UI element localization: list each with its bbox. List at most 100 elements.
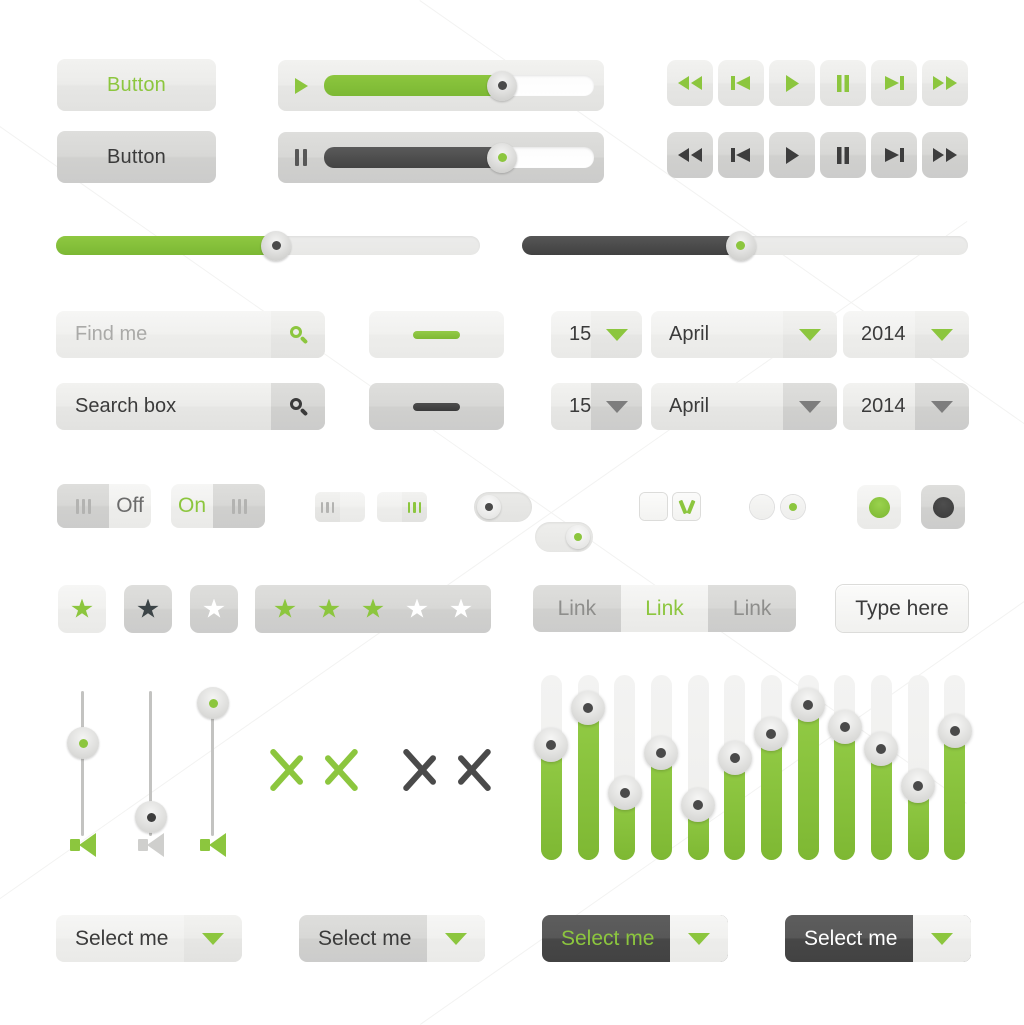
chevron-left-dark-icon[interactable] <box>397 740 441 800</box>
play-icon[interactable] <box>278 77 324 94</box>
eq-knob-1[interactable] <box>534 728 569 763</box>
search-input-light[interactable]: Find me <box>56 323 271 346</box>
pill-toggle-off[interactable] <box>474 492 532 522</box>
pause-icon[interactable] <box>278 149 324 166</box>
eq-knob-10[interactable] <box>864 732 899 766</box>
eq-knob-4[interactable] <box>644 735 679 770</box>
speaker-icon-3[interactable] <box>200 833 228 857</box>
checkbox-unchecked[interactable] <box>640 493 667 520</box>
pill-knob[interactable] <box>477 495 501 519</box>
chevron-down-icon[interactable] <box>184 915 242 962</box>
star-icon-filled[interactable] <box>274 598 296 618</box>
star-icon-empty[interactable] <box>406 598 428 618</box>
player-progress-track-dark[interactable] <box>324 142 594 173</box>
pause-button-dark[interactable] <box>820 132 866 178</box>
star-icon-filled[interactable] <box>362 598 384 618</box>
chevron-down-icon[interactable] <box>591 383 642 430</box>
pause-button-green[interactable] <box>820 60 866 106</box>
search-box-dark[interactable]: Search box <box>56 383 325 430</box>
minus-button-green[interactable] <box>369 311 504 358</box>
play-button-dark[interactable] <box>769 132 815 178</box>
star-icon-filled[interactable] <box>318 598 340 618</box>
date-day-select-dark[interactable]: 15 <box>551 383 642 430</box>
chevron-right-green-icon[interactable] <box>320 740 364 800</box>
select-menu-dark-white[interactable]: Select me <box>785 915 971 962</box>
search-input-dark[interactable]: Search box <box>56 395 271 418</box>
volume-knob-2[interactable] <box>135 801 167 833</box>
fast-forward-button-green[interactable] <box>922 60 968 106</box>
star-button-white[interactable] <box>190 585 238 633</box>
chevron-right-dark-icon[interactable] <box>453 740 497 800</box>
chevron-down-icon[interactable] <box>591 311 642 358</box>
player-bar-paused[interactable] <box>278 132 604 183</box>
round-button-dark[interactable] <box>921 485 965 529</box>
search-box-light[interactable]: Find me <box>56 311 325 358</box>
toggle-grip[interactable] <box>57 484 109 528</box>
previous-button-green[interactable] <box>718 60 764 106</box>
checkbox-checked[interactable] <box>673 493 700 520</box>
speaker-icon-1[interactable] <box>70 833 98 857</box>
search-button-dark[interactable] <box>271 383 325 430</box>
star-rating[interactable] <box>255 585 491 633</box>
chevron-down-icon[interactable] <box>783 383 837 430</box>
previous-button-dark[interactable] <box>718 132 764 178</box>
play-button-green[interactable] <box>769 60 815 106</box>
toggle-grip[interactable] <box>315 492 340 522</box>
radio-unselected[interactable] <box>750 495 774 519</box>
toggle-on[interactable]: On <box>171 484 265 528</box>
star-button-green[interactable] <box>58 585 106 633</box>
toggle-grip[interactable] <box>402 492 427 522</box>
player-bar-playing[interactable] <box>278 60 604 111</box>
chevron-down-icon[interactable] <box>783 311 837 358</box>
next-button-green[interactable] <box>871 60 917 106</box>
radio-selected[interactable] <box>781 495 805 519</box>
chevron-down-icon[interactable] <box>915 311 969 358</box>
toggle-grip[interactable] <box>213 484 265 528</box>
eq-knob-7[interactable] <box>754 717 789 752</box>
eq-knob-2[interactable] <box>571 691 605 726</box>
star-icon-empty[interactable] <box>450 598 472 618</box>
volume-knob-3[interactable] <box>197 687 229 719</box>
slider-dark[interactable] <box>522 230 968 261</box>
eq-knob-9[interactable] <box>827 709 862 744</box>
date-month-select-dark[interactable]: April <box>651 383 837 430</box>
volume-knob-1[interactable] <box>67 727 99 759</box>
date-year-select-light[interactable]: 2014 <box>843 311 969 358</box>
link-item-2-active[interactable]: Link <box>620 585 709 632</box>
minus-button-dark[interactable] <box>369 383 504 430</box>
chevron-down-icon[interactable] <box>913 915 971 962</box>
next-button-dark[interactable] <box>871 132 917 178</box>
chevron-down-icon[interactable] <box>427 915 485 962</box>
date-year-select-dark[interactable]: 2014 <box>843 383 969 430</box>
date-month-select-light[interactable]: April <box>651 311 837 358</box>
eq-knob-8[interactable] <box>791 687 825 722</box>
rewind-button-green[interactable] <box>667 60 713 106</box>
chevron-down-icon[interactable] <box>670 915 728 962</box>
select-menu-light[interactable]: Select me <box>56 915 242 962</box>
mini-toggle-off[interactable] <box>315 492 365 522</box>
chevron-left-green-icon[interactable] <box>264 740 308 800</box>
speaker-icon-2[interactable] <box>138 833 166 857</box>
mini-toggle-on[interactable] <box>377 492 427 522</box>
button-green[interactable]: Button <box>57 59 216 111</box>
select-menu-dark-green[interactable]: Select me <box>542 915 728 962</box>
eq-knob-5[interactable] <box>681 787 715 822</box>
eq-knob-3[interactable] <box>607 776 642 811</box>
pill-toggle-on[interactable] <box>535 522 593 552</box>
volume-track-1[interactable] <box>81 691 84 836</box>
slider-green[interactable] <box>56 230 480 261</box>
eq-knob-6[interactable] <box>717 741 752 776</box>
button-dark[interactable]: Button <box>57 131 216 183</box>
eq-knob-12[interactable] <box>937 713 972 748</box>
link-item-3[interactable]: Link <box>708 585 796 632</box>
date-day-select-light[interactable]: 15 <box>551 311 642 358</box>
select-menu-grey[interactable]: Select me <box>299 915 485 962</box>
rewind-button-dark[interactable] <box>667 132 713 178</box>
toggle-off[interactable]: Off <box>57 484 151 528</box>
search-button-light[interactable] <box>271 311 325 358</box>
link-item-1[interactable]: Link <box>533 585 621 632</box>
round-button-green[interactable] <box>857 485 901 529</box>
eq-knob-11[interactable] <box>901 769 935 803</box>
chevron-down-icon[interactable] <box>915 383 969 430</box>
player-progress-track[interactable] <box>324 70 594 101</box>
